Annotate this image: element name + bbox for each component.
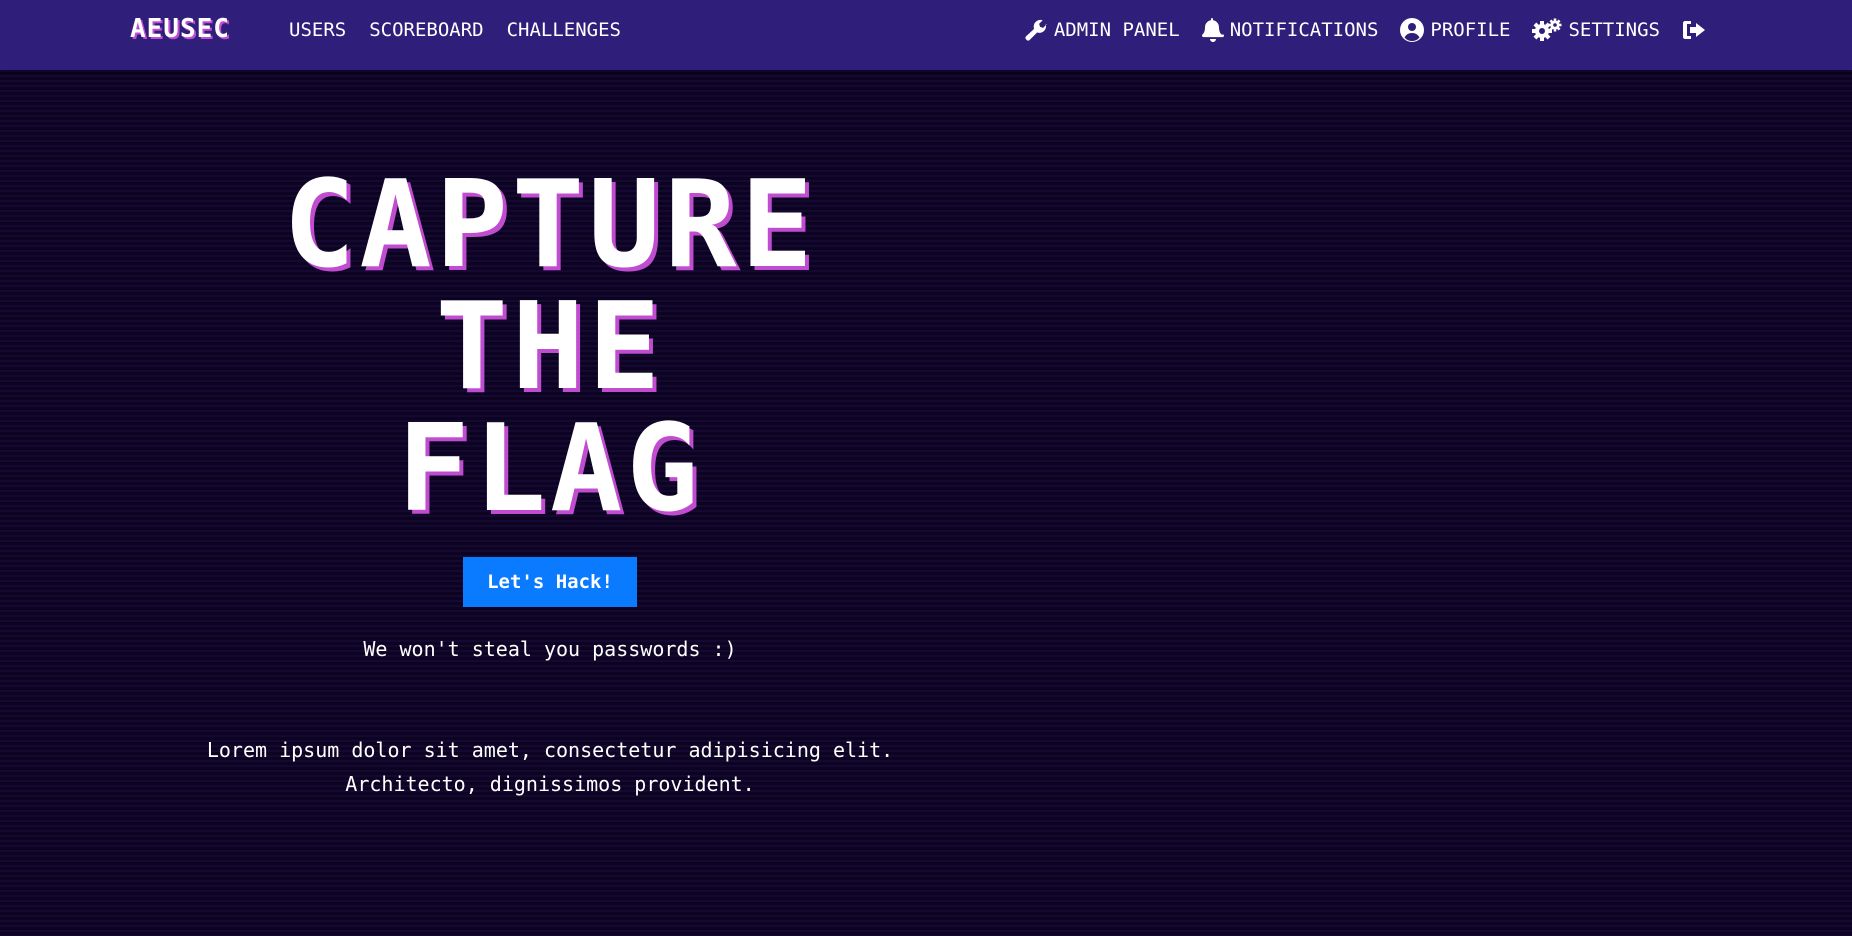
hero-description: Lorem ipsum dolor sit amet, consectetur … — [150, 733, 950, 801]
nav-link-users-label: USERS — [289, 19, 347, 41]
title-line-3: FLAG — [397, 400, 703, 539]
nav-link-scoreboard-label: SCOREBOARD — [369, 19, 484, 41]
hero-description-line-2: Architecto, dignissimos provident. — [345, 772, 755, 796]
wrench-icon — [1024, 18, 1048, 42]
nav-link-profile-label: PROFILE — [1430, 19, 1511, 41]
title-line-1: CAPTURE — [283, 156, 817, 295]
page-title: CAPTURE THE FLAG — [150, 165, 950, 531]
nav-link-challenges[interactable]: CHALLENGES — [507, 19, 621, 41]
nav-link-profile[interactable]: PROFILE — [1400, 18, 1510, 42]
nav-link-challenges-label: CHALLENGES — [506, 19, 621, 41]
lets-hack-button[interactable]: Let's Hack! — [463, 557, 637, 607]
nav-link-users[interactable]: USERS — [289, 19, 346, 41]
nav-right-group: ADMIN PANEL NOTIFICATIONS PROFILE SETTIN… — [1024, 0, 1706, 60]
logout-button[interactable] — [1682, 19, 1706, 41]
top-navbar: AEUSEC USERS SCOREBOARD CHALLENGES ADMIN… — [0, 0, 1852, 70]
title-line-2: THE — [435, 278, 665, 417]
logout-icon — [1682, 19, 1706, 41]
nav-link-settings-label: SETTINGS — [1568, 19, 1660, 41]
brand-logo[interactable]: AEUSEC — [130, 14, 230, 44]
bell-icon — [1201, 18, 1224, 42]
nav-left-group: USERS SCOREBOARD CHALLENGES — [289, 0, 621, 60]
hero-subtitle: We won't steal you passwords :) — [363, 637, 737, 661]
nav-link-scoreboard[interactable]: SCOREBOARD — [369, 19, 483, 41]
cogs-icon — [1532, 18, 1562, 42]
user-circle-icon — [1400, 18, 1425, 42]
nav-link-notifications-label: NOTIFICATIONS — [1229, 19, 1379, 41]
nav-link-settings[interactable]: SETTINGS — [1532, 18, 1660, 42]
nav-link-admin-panel[interactable]: ADMIN PANEL — [1024, 18, 1180, 42]
nav-link-notifications[interactable]: NOTIFICATIONS — [1201, 18, 1379, 42]
nav-link-admin-panel-label: ADMIN PANEL — [1053, 19, 1180, 41]
hero-description-line-1: Lorem ipsum dolor sit amet, consectetur … — [206, 738, 894, 762]
hero-content: CAPTURE THE FLAG Let's Hack! We won't st… — [150, 165, 950, 801]
hero-section: CAPTURE THE FLAG Let's Hack! We won't st… — [0, 70, 1852, 936]
